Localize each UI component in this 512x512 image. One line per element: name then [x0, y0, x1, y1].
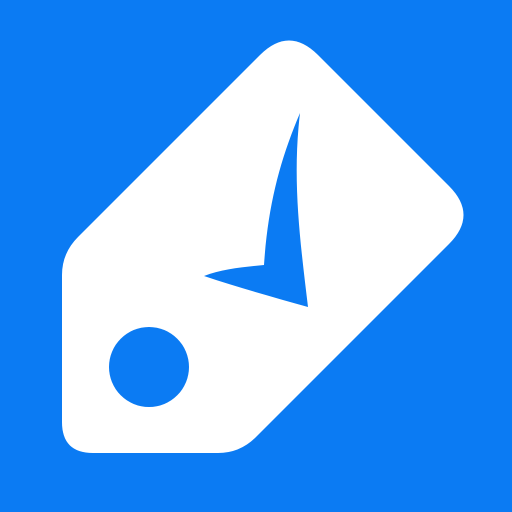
tag-hole — [109, 327, 189, 407]
app-icon — [0, 0, 512, 512]
